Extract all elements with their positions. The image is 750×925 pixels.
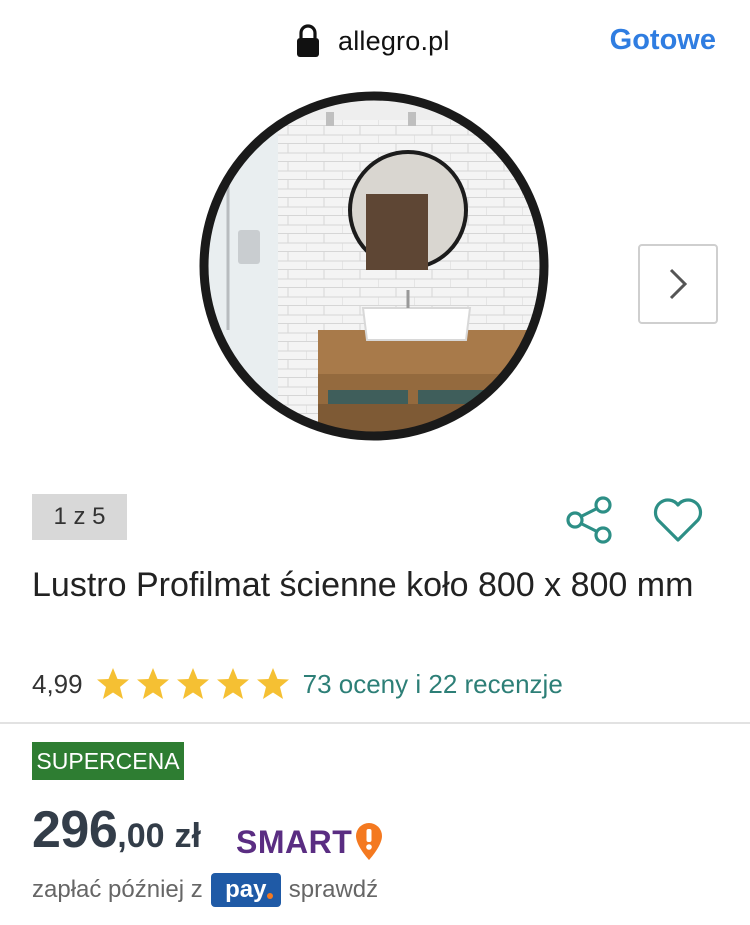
url-text: allegro.pl [338, 25, 450, 56]
smart-label: SMART [236, 823, 353, 860]
star-rating [95, 667, 295, 701]
product-gallery[interactable] [0, 84, 750, 474]
next-image-button[interactable] [638, 244, 718, 324]
pay-logo-text: pay [225, 876, 267, 903]
star-icon [216, 668, 249, 699]
image-counter: 1 z 5 [32, 494, 127, 540]
share-icon[interactable] [564, 494, 616, 546]
star-icon [256, 668, 289, 699]
star-icon [176, 668, 209, 699]
pay-later-row: zapłać później z pay sprawdź [32, 872, 378, 908]
price-integer: 296 [32, 801, 118, 859]
check-link[interactable]: sprawdź [289, 876, 378, 904]
done-button[interactable]: Gotowe [610, 24, 716, 57]
rating-value: 4,99 [32, 668, 83, 699]
lock-icon [297, 24, 319, 57]
product-image[interactable] [198, 90, 550, 442]
pay-logo-dot [266, 893, 273, 899]
pay-later-text: zapłać później z [32, 876, 203, 903]
pay-logo[interactable]: pay [210, 873, 281, 907]
heart-icon[interactable] [652, 496, 704, 544]
browser-top-bar: allegro.pl Gotowe [0, 0, 750, 84]
rating-row: 4,99 73 oceny i 22 recenzje [32, 666, 563, 702]
chevron-right-icon [669, 268, 688, 300]
divider [0, 722, 750, 724]
product-title: Lustro Profilmat ścienne koło 800 x 800 … [32, 566, 694, 604]
smart-logo[interactable]: SMART [236, 822, 384, 862]
star-icon [136, 668, 169, 699]
smart-exclamation-icon [356, 823, 383, 860]
price: 296 ,00 zł [32, 800, 201, 864]
star-icon [96, 668, 129, 699]
supercena-badge: SUPERCENA [32, 742, 184, 780]
price-currency: zł [174, 817, 201, 855]
address-display[interactable]: allegro.pl [296, 24, 450, 58]
reviews-link[interactable]: 73 oceny i 22 recenzje [303, 669, 563, 700]
price-decimal: ,00 [117, 817, 165, 855]
